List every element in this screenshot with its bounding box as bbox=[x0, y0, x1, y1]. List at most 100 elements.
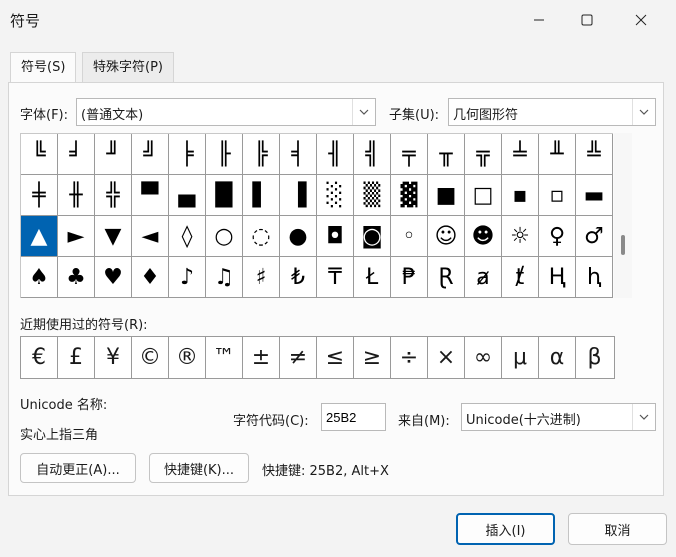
symbol-cell[interactable]: ♥ bbox=[95, 257, 132, 298]
tab-special-characters[interactable]: 特殊字符(P) bbox=[82, 52, 174, 82]
symbol-cell[interactable]: ◊ bbox=[169, 216, 206, 257]
symbol-cell[interactable]: ╩ bbox=[576, 134, 613, 175]
symbol-cell[interactable]: ◄ bbox=[132, 216, 169, 257]
symbol-cell[interactable]: ╪ bbox=[21, 175, 58, 216]
recent-symbol-cell[interactable]: € bbox=[21, 337, 58, 378]
tab-symbols[interactable]: 符号(S) bbox=[10, 52, 77, 83]
recent-symbol-cell[interactable]: ÷ bbox=[391, 337, 428, 378]
symbol-cell[interactable]: ☻ bbox=[465, 216, 502, 257]
symbol-cell[interactable]: ╢ bbox=[317, 134, 354, 175]
chevron-down-icon[interactable] bbox=[632, 99, 655, 125]
symbol-cell[interactable]: ▒ bbox=[354, 175, 391, 216]
symbol-cell[interactable]: ╠ bbox=[243, 134, 280, 175]
recent-symbol-cell[interactable]: ≥ bbox=[354, 337, 391, 378]
symbol-cell[interactable]: ♫ bbox=[206, 257, 243, 298]
chevron-down-icon[interactable] bbox=[352, 99, 375, 125]
recent-symbol-cell[interactable]: ∞ bbox=[465, 337, 502, 378]
symbol-cell[interactable]: ╜ bbox=[95, 134, 132, 175]
symbol-cell[interactable]: ◌ bbox=[243, 216, 280, 257]
symbol-cell[interactable]: ╦ bbox=[465, 134, 502, 175]
symbol-cell[interactable]: ♂ bbox=[576, 216, 613, 257]
symbol-cell[interactable]: ⱥ bbox=[465, 257, 502, 298]
symbol-cell[interactable]: ▄ bbox=[169, 175, 206, 216]
subset-select-value: 几何图形符 bbox=[453, 108, 519, 123]
symbol-cell[interactable]: ▲ bbox=[21, 216, 58, 257]
symbol-cell[interactable]: Ɽ bbox=[428, 257, 465, 298]
symbol-cell[interactable]: ▓ bbox=[391, 175, 428, 216]
symbol-cell[interactable]: Ⱨ bbox=[539, 257, 576, 298]
symbol-cell[interactable]: ○ bbox=[206, 216, 243, 257]
font-select[interactable]: (普通文本) bbox=[76, 98, 376, 126]
symbol-cell[interactable]: ♀ bbox=[539, 216, 576, 257]
symbol-cell[interactable]: ╟ bbox=[206, 134, 243, 175]
symbol-cell[interactable]: ☺ bbox=[428, 216, 465, 257]
maximize-button[interactable] bbox=[564, 0, 610, 40]
symbol-cell[interactable]: ◘ bbox=[317, 216, 354, 257]
symbol-cell[interactable]: ╛ bbox=[58, 134, 95, 175]
symbol-cell[interactable]: ▬ bbox=[576, 175, 613, 216]
symbol-cell[interactable]: ◙ bbox=[354, 216, 391, 257]
recent-symbol-cell[interactable]: £ bbox=[58, 337, 95, 378]
recent-symbol-cell[interactable]: × bbox=[428, 337, 465, 378]
symbol-cell[interactable]: □ bbox=[465, 175, 502, 216]
recent-symbol-cell[interactable]: ¥ bbox=[95, 337, 132, 378]
symbol-cell[interactable]: ☼ bbox=[502, 216, 539, 257]
symbol-cell[interactable]: ▀ bbox=[132, 175, 169, 216]
from-select[interactable]: Unicode(十六进制) bbox=[461, 403, 656, 431]
char-code-input[interactable] bbox=[321, 403, 386, 431]
symbol-cell[interactable]: ♯ bbox=[243, 257, 280, 298]
symbol-cell[interactable]: ╧ bbox=[502, 134, 539, 175]
recent-symbol-cell[interactable]: α bbox=[539, 337, 576, 378]
symbol-cell[interactable]: ₸ bbox=[317, 257, 354, 298]
symbol-cell[interactable]: ╝ bbox=[132, 134, 169, 175]
symbol-cell[interactable]: ╚ bbox=[21, 134, 58, 175]
symbol-cell[interactable]: ♪ bbox=[169, 257, 206, 298]
symbol-cell[interactable]: ▫ bbox=[539, 175, 576, 216]
close-button[interactable] bbox=[618, 0, 664, 40]
symbol-cell[interactable]: ╣ bbox=[354, 134, 391, 175]
symbol-cell[interactable]: █ bbox=[206, 175, 243, 216]
recent-symbol-cell[interactable]: © bbox=[132, 337, 169, 378]
symbol-cell[interactable]: ◦ bbox=[391, 216, 428, 257]
symbol-cell[interactable]: ╥ bbox=[428, 134, 465, 175]
symbol-cell[interactable]: ₱ bbox=[391, 257, 428, 298]
symbol-cell[interactable]: ► bbox=[58, 216, 95, 257]
recent-symbol-cell[interactable]: μ bbox=[502, 337, 539, 378]
symbol-cell[interactable]: ♠ bbox=[21, 257, 58, 298]
minimize-button[interactable] bbox=[516, 0, 562, 40]
symbol-cell[interactable]: ╡ bbox=[280, 134, 317, 175]
symbol-cell[interactable]: ₺ bbox=[280, 257, 317, 298]
symbol-cell[interactable]: ╨ bbox=[539, 134, 576, 175]
autocorrect-button[interactable]: 自动更正(A)... bbox=[20, 453, 136, 483]
scrollbar-thumb[interactable] bbox=[621, 235, 625, 255]
symbol-cell[interactable]: ╬ bbox=[95, 175, 132, 216]
symbol-cell[interactable]: ⱨ bbox=[576, 257, 613, 298]
symbol-cell[interactable]: Ł bbox=[354, 257, 391, 298]
symbol-cell[interactable]: ╞ bbox=[169, 134, 206, 175]
recent-symbol-cell[interactable]: ± bbox=[243, 337, 280, 378]
chevron-down-icon[interactable] bbox=[632, 404, 655, 430]
symbol-cell[interactable]: ⱦ bbox=[502, 257, 539, 298]
symbol-cell[interactable]: ■ bbox=[428, 175, 465, 216]
font-select-value: (普通文本) bbox=[81, 108, 144, 123]
shortcut-key-button[interactable]: 快捷键(K)... bbox=[149, 453, 249, 483]
symbol-cell[interactable]: ▼ bbox=[95, 216, 132, 257]
recent-symbol-cell[interactable]: ™ bbox=[206, 337, 243, 378]
symbol-cell[interactable]: ▌ bbox=[243, 175, 280, 216]
cancel-button[interactable]: 取消 bbox=[568, 513, 667, 545]
symbol-cell[interactable]: ╫ bbox=[58, 175, 95, 216]
symbol-cell[interactable]: ● bbox=[280, 216, 317, 257]
symbol-cell[interactable]: ▪ bbox=[502, 175, 539, 216]
subset-select[interactable]: 几何图形符 bbox=[448, 98, 656, 126]
recent-symbol-cell[interactable]: ≤ bbox=[317, 337, 354, 378]
recent-symbol-cell[interactable]: ≠ bbox=[280, 337, 317, 378]
recent-symbol-cell[interactable]: β bbox=[576, 337, 613, 378]
symbol-cell[interactable]: ╤ bbox=[391, 134, 428, 175]
insert-button[interactable]: 插入(I) bbox=[456, 513, 555, 545]
symbol-cell[interactable]: ▐ bbox=[280, 175, 317, 216]
recent-symbol-cell[interactable]: ® bbox=[169, 337, 206, 378]
symbol-cell[interactable]: ♦ bbox=[132, 257, 169, 298]
symbol-cell[interactable]: ♣ bbox=[58, 257, 95, 298]
symbol-grid-scrollbar[interactable] bbox=[614, 133, 632, 298]
symbol-cell[interactable]: ░ bbox=[317, 175, 354, 216]
